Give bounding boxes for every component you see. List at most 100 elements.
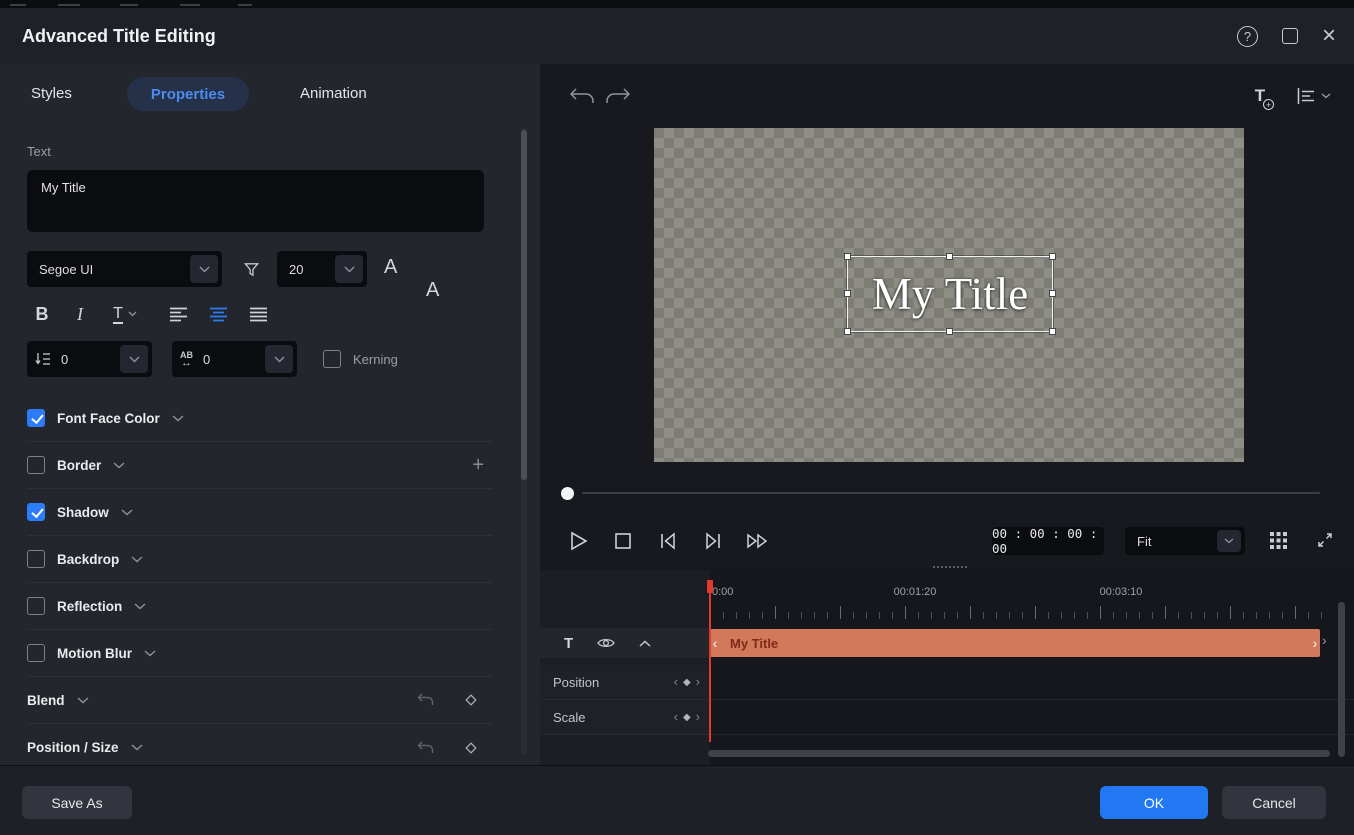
chevron-down-icon[interactable] [144,650,156,657]
previous-frame-button[interactable] [655,528,681,554]
stop-button[interactable] [610,528,636,554]
save-as-button[interactable]: Save As [22,786,132,819]
clip-out-marker[interactable]: › [1322,632,1327,648]
letter-spacing-combo[interactable]: AB ↔ 0 [172,341,297,377]
section-backdrop[interactable]: Backdrop [27,536,492,583]
keyframe-diamond-icon[interactable] [464,741,478,755]
timeline-ruler[interactable] [710,606,1330,619]
font-face-color-checkbox[interactable] [27,409,45,427]
title-text-input[interactable]: My Title [27,170,484,232]
ok-button[interactable]: OK [1100,786,1208,819]
section-border[interactable]: Border + [27,442,492,489]
text-align-tool-icon[interactable] [1292,86,1336,106]
font-size-chevron-down-icon[interactable] [335,255,363,283]
prev-keyframe-icon[interactable]: ‹ [674,712,678,722]
preview-title-text[interactable]: My Title [872,268,1028,320]
selection-handle-sw[interactable] [844,328,851,335]
prev-keyframe-icon[interactable]: ‹ [674,677,678,687]
selection-handle-w[interactable] [844,290,851,297]
timeline-horizontal-scrollbar[interactable] [708,750,1330,757]
play-button[interactable] [565,528,591,554]
cancel-button[interactable]: Cancel [1222,786,1326,819]
next-keyframe-icon[interactable]: › [696,677,700,687]
section-shadow[interactable]: Shadow [27,489,492,536]
title-clip[interactable]: ‹ My Title › [710,629,1320,657]
font-increase-button[interactable]: A ∧ [384,256,540,279]
border-checkbox[interactable] [27,456,45,474]
align-center-icon[interactable] [206,297,230,331]
selection-handle-nw[interactable] [844,253,851,260]
panel-resize-handle[interactable] [933,566,967,568]
font-size-select[interactable]: 20 [277,251,367,287]
selection-handle-n[interactable] [946,253,953,260]
chevron-down-icon[interactable] [172,415,184,422]
title-selection-box[interactable]: My Title [847,256,1053,332]
backdrop-checkbox[interactable] [27,550,45,568]
tab-animation[interactable]: Animation [300,64,367,124]
add-border-icon[interactable]: + [472,454,484,477]
section-reflection[interactable]: Reflection [27,583,492,630]
playhead-handle[interactable] [707,580,713,593]
reset-icon[interactable] [417,693,434,707]
chevron-down-icon[interactable] [113,462,125,469]
visibility-eye-icon[interactable] [597,636,615,650]
letter-spacing-chevron-down-icon[interactable] [265,345,293,373]
fast-forward-button[interactable] [745,528,771,554]
bold-button[interactable]: B [30,297,54,331]
safe-zone-grid-icon[interactable] [1268,530,1288,550]
chevron-down-icon[interactable] [134,603,146,610]
seek-track[interactable] [582,492,1320,494]
kerning-checkbox[interactable] [323,350,341,368]
playhead-line[interactable] [709,580,711,742]
fullscreen-icon[interactable] [1314,529,1336,551]
seek-handle[interactable] [561,487,574,500]
undo-icon[interactable] [568,86,596,106]
add-keyframe-icon[interactable]: ◆ [683,712,691,723]
selection-handle-s[interactable] [946,328,953,335]
preview-canvas[interactable]: My Title [654,128,1244,462]
font-family-select[interactable]: Segoe UI [27,251,222,287]
line-spacing-chevron-down-icon[interactable] [120,345,148,373]
section-position-size[interactable]: Position / Size [27,724,492,765]
text-style-button[interactable]: T [106,297,144,331]
chevron-down-icon[interactable] [131,744,143,751]
motion-blur-checkbox[interactable] [27,644,45,662]
tab-styles[interactable]: Styles [31,64,72,124]
keyframe-diamond-icon[interactable] [464,693,478,707]
zoom-mode-select[interactable]: Fit [1125,527,1245,555]
panel-scrollbar[interactable] [521,128,527,755]
section-font-face-color[interactable]: Font Face Color [27,395,492,442]
maximize-icon[interactable] [1282,28,1298,44]
timeline-vertical-scrollbar[interactable] [1338,602,1345,757]
shadow-checkbox[interactable] [27,503,45,521]
selection-handle-e[interactable] [1049,290,1056,297]
zoom-chevron-down-icon[interactable] [1217,530,1241,552]
add-textbox-icon[interactable]: T + [1246,82,1274,110]
tab-properties[interactable]: Properties [127,77,249,111]
help-icon[interactable]: ? [1237,26,1258,47]
text-track-icon[interactable]: T [564,635,573,652]
align-left-icon[interactable] [166,297,190,331]
redo-icon[interactable] [604,86,632,106]
clip-right-trim-handle[interactable]: › [1310,635,1320,651]
selection-handle-ne[interactable] [1049,253,1056,260]
chevron-down-icon[interactable] [121,509,133,516]
next-frame-button[interactable] [700,528,726,554]
reflection-checkbox[interactable] [27,597,45,615]
font-filter-icon[interactable] [238,256,264,282]
clip-left-trim-handle[interactable]: ‹ [710,635,720,651]
chevron-down-icon[interactable] [131,556,143,563]
close-icon[interactable]: × [1322,26,1336,46]
reset-icon[interactable] [417,741,434,755]
align-justify-icon[interactable] [246,297,270,331]
scale-row-lane[interactable] [710,700,1354,735]
panel-scrollbar-thumb[interactable] [521,130,527,480]
italic-button[interactable]: I [68,297,92,331]
selection-handle-se[interactable] [1049,328,1056,335]
chevron-up-icon[interactable] [639,640,651,647]
section-motion-blur[interactable]: Motion Blur [27,630,492,677]
position-row-lane[interactable] [710,665,1354,700]
section-blend[interactable]: Blend [27,677,492,724]
chevron-down-icon[interactable] [77,697,89,704]
line-spacing-combo[interactable]: 0 [27,341,152,377]
